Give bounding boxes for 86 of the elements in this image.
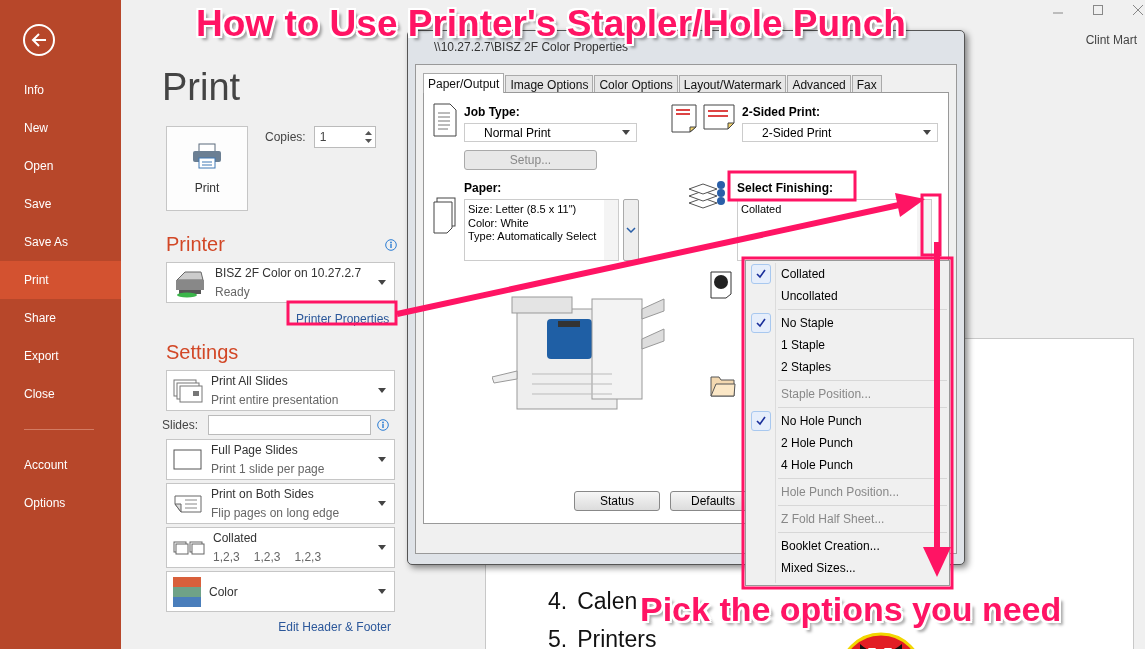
page-title: Print [162,66,242,110]
caret-icon [378,280,386,285]
info-icon[interactable] [377,419,390,431]
sidebar-item[interactable]: Options [0,484,121,522]
section-heading: Printer [166,233,225,256]
folder-icon [710,373,736,397]
slides-label: Slides: [162,418,199,432]
menu-item[interactable]: Collated [748,263,947,285]
sidebar-item[interactable]: New [0,109,121,147]
copies-spinner[interactable]: 1 [313,126,376,148]
document-icon [432,103,458,137]
two-sided-dropdown[interactable]: 2-Sided Print [742,123,938,142]
close-icon[interactable] [1133,5,1143,15]
dialog-tab[interactable]: Layout/Watermark [678,75,787,92]
sidebar-item[interactable]: Info [0,71,121,109]
info-icon[interactable] [385,238,397,251]
dialog-tab[interactable]: Fax [851,75,882,92]
paper-expand-button[interactable] [623,199,639,261]
menu-item[interactable]: No Hole Punch [748,410,947,432]
dialog-tab[interactable]: Color Options [594,75,678,92]
slides-field[interactable] [208,415,372,435]
sidebar-item[interactable]: Save [0,185,121,223]
collate-dropdown[interactable]: Collated 1,2,3 1,2,3 1,2,3 [166,527,395,568]
menu-item[interactable]: No Staple [748,312,947,334]
blank-pages-icon [432,197,458,235]
menu-item[interactable]: Booklet Creation... [748,535,947,557]
copies-label: Copies: [265,130,306,144]
sidebar-item[interactable]: Account [0,446,121,484]
color-swatch-icon [173,576,201,607]
menu-item[interactable]: Uncollated [748,285,947,307]
job-type-dropdown[interactable]: Normal Print [464,123,637,142]
select-finishing-label: Select Finishing: [737,180,834,196]
dialog-tab[interactable]: Paper/Output [423,73,505,93]
printer-icon [192,142,222,169]
two-sided-pages-icon [670,103,736,133]
dialog-button[interactable]: Status [574,491,660,511]
sidebar-item[interactable]: Save As [0,223,121,261]
menu-item[interactable]: 1 Staple [748,334,947,356]
menu-item[interactable]: 4 Hole Punch [748,454,947,476]
caret-icon [378,545,386,550]
printer-properties-link[interactable]: Printer Properties [296,312,390,326]
slides-dropdown[interactable]: Print All Slides Print entire presentation [166,370,395,411]
sidebar-item[interactable]: Export [0,337,121,375]
printer-dropdown[interactable]: BISZ 2F Color on 10.27.2.7 Ready [166,262,395,303]
user-name: Clint Mart [1085,33,1137,47]
menu-item[interactable]: 2 Staples [748,356,947,378]
check-icon [751,264,771,284]
job-type-label: Job Type: [464,104,521,120]
chevron-icon [626,227,636,233]
back-arrow-icon [31,33,47,47]
caret-icon [378,589,386,594]
caret-icon [378,457,386,462]
caret-icon [622,130,630,135]
paper-label: Paper: [464,180,503,196]
check-icon [751,411,771,431]
sidebar-item[interactable]: Close [0,375,121,413]
two-sided-label: 2-Sided Print: [742,104,821,120]
maximize-icon[interactable] [1093,5,1103,15]
paper-listbox[interactable]: Size: Letter (8.5 x 11") Color: White Type: Automatically Select [464,199,619,261]
toner-page-icon [710,271,732,299]
caret-icon [378,388,386,393]
dialog-tab[interactable]: Image Options [505,75,594,92]
section-heading: Settings [166,341,239,364]
back-button[interactable] [23,24,55,56]
edit-header-footer-link[interactable]: Edit Header & Footer [162,620,391,634]
print-button[interactable]: Print [166,126,248,211]
dialog-tab[interactable]: Advanced [787,75,851,92]
list-number: 5. [548,626,568,649]
layout-dropdown[interactable]: Full Page Slides Print 1 slide per page [166,439,395,480]
sidebar-item[interactable]: Share [0,299,121,337]
slides-icon [173,378,203,403]
duplex-dropdown[interactable]: Print on Both Sides Flip pages on long edge [166,483,395,524]
caret-icon [378,501,386,506]
list-item-text: Calen [577,588,638,615]
tutorial-caption: Pick the options you need [640,590,1062,629]
stacked-sheets-icon [687,179,727,211]
menu-item[interactable]: 2 Hole Punch [748,432,947,454]
color-dropdown[interactable]: Color [166,571,395,612]
caret-icon [923,130,931,135]
menu-item[interactable]: Mixed Sizes... [748,557,947,579]
list-number: 4. [548,588,568,615]
check-icon [751,313,771,333]
page-icon [173,447,203,472]
sidebar-item[interactable]: Print [0,261,121,299]
sidebar-item[interactable]: Open [0,147,121,185]
list-item-text: Printers [577,626,657,649]
